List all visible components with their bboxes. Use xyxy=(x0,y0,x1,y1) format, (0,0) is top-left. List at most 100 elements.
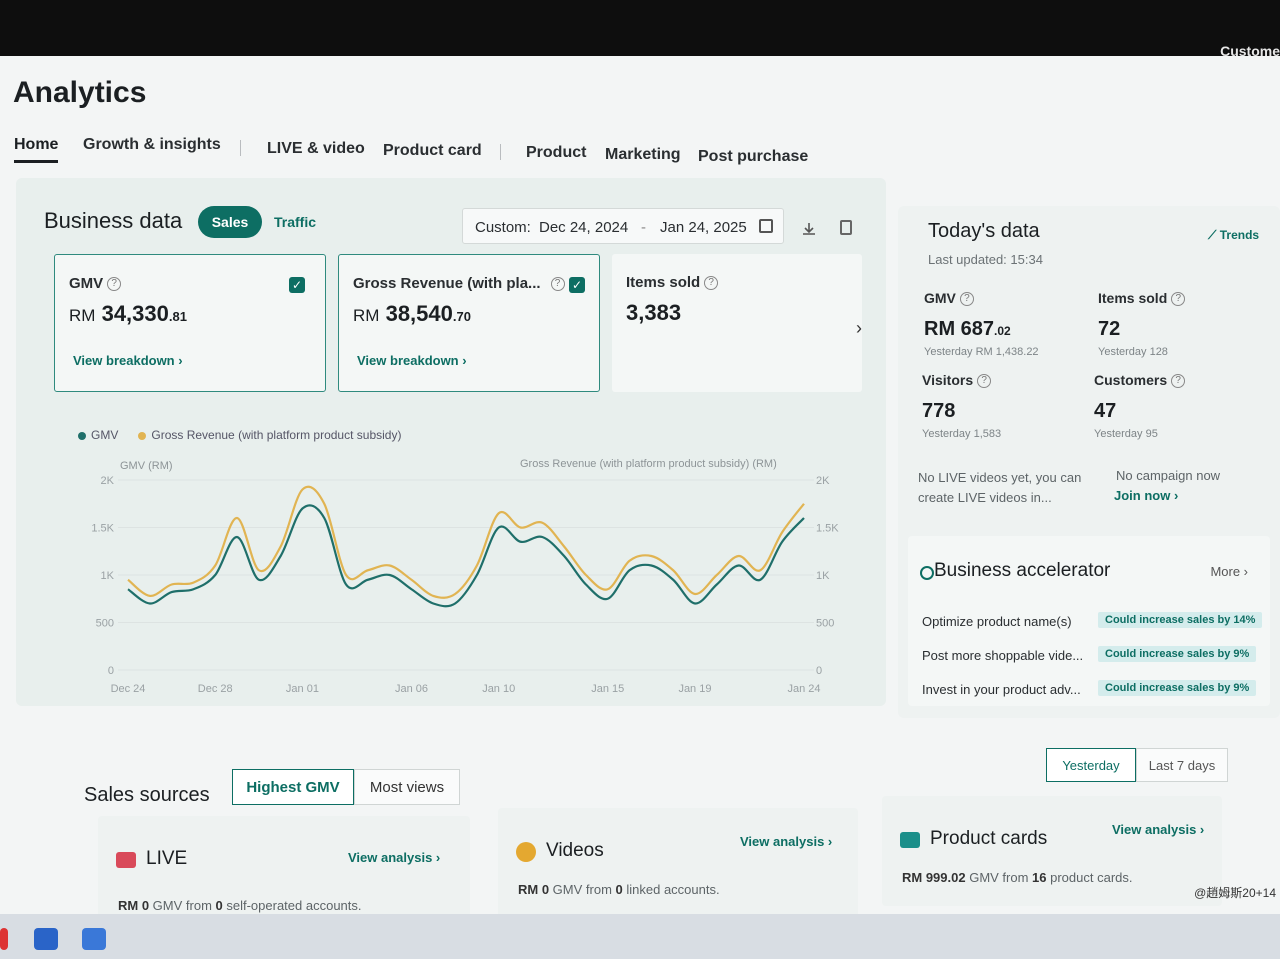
calendar-icon xyxy=(759,219,773,233)
video-play-icon xyxy=(516,842,536,862)
analytics-screen: Analytics Home Growth & insights LIVE & … xyxy=(0,56,1280,926)
accelerator-more-link[interactable]: More › xyxy=(1210,564,1248,579)
view-analysis-link[interactable]: View analysis › xyxy=(740,834,832,849)
date-end: Jan 24, 2025 xyxy=(660,219,747,236)
traffic-toggle[interactable]: Traffic xyxy=(274,214,316,230)
source-title: LIVE xyxy=(146,848,188,869)
today-gmv-label: GMV? xyxy=(924,290,974,307)
help-icon[interactable]: ? xyxy=(1171,374,1186,389)
app-icon[interactable] xyxy=(82,928,106,950)
chart-legend: GMV Gross Revenue (with platform product… xyxy=(78,428,401,442)
x-tick-label: Jan 01 xyxy=(286,683,319,695)
source-description: RM 0 GMV from 0 linked accounts. xyxy=(518,882,720,897)
last-updated: Last updated: 15:34 xyxy=(928,252,1043,267)
source-title: Videos xyxy=(546,840,604,861)
sales-toggle[interactable]: Sales xyxy=(198,206,262,238)
accelerator-title: Business accelerator xyxy=(934,560,1111,581)
gross-revenue-series-line xyxy=(127,485,805,599)
page-title: Analytics xyxy=(13,76,147,109)
checkbox-icon[interactable]: ✓ xyxy=(569,277,585,293)
view-analysis-link[interactable]: View analysis › xyxy=(348,850,440,865)
app-icon[interactable] xyxy=(0,928,8,950)
legend-gross-revenue: Gross Revenue (with platform product sub… xyxy=(151,428,402,442)
help-icon[interactable]: ? xyxy=(107,277,122,292)
tray-text: @趙姆斯20+14 xyxy=(1194,886,1276,900)
help-icon[interactable]: ? xyxy=(550,277,565,292)
y-tick-left: 2K xyxy=(101,475,115,487)
date-prefix: Custom: xyxy=(475,219,531,236)
tab-marketing[interactable]: Marketing xyxy=(605,146,681,164)
today-gmv-yesterday: Yesterday RM 1,438.22 xyxy=(924,346,1039,358)
accelerator-row-label[interactable]: Post more shoppable vide... xyxy=(922,648,1083,663)
kpi-card-items-sold[interactable]: Items sold? 3,383 xyxy=(612,254,862,392)
y-tick-left: 500 xyxy=(96,618,114,630)
date-separator: - xyxy=(641,219,646,236)
today-visitors-label: Visitors? xyxy=(922,372,992,389)
y-axis-right-title: Gross Revenue (with platform product sub… xyxy=(520,458,777,470)
accelerator-badge: Could increase sales by 9% xyxy=(1098,680,1257,696)
live-videos-note: No LIVE videos yet, you can create LIVE … xyxy=(918,470,1082,505)
tab-growth-insights[interactable]: Growth & insights xyxy=(83,136,221,154)
nav-divider xyxy=(240,140,241,156)
help-icon[interactable]: ? xyxy=(959,292,974,307)
accelerator-row-label[interactable]: Invest in your product adv... xyxy=(922,682,1081,697)
view-analysis-link[interactable]: View analysis › xyxy=(1112,822,1204,837)
date-range-picker[interactable]: Custom: Dec 24, 2024 - Jan 24, 2025 xyxy=(462,208,784,244)
sales-sources-title: Sales sources xyxy=(84,784,210,806)
gmv-line-chart: GMV (RM) Gross Revenue (with platform pr… xyxy=(16,448,886,698)
tab-product[interactable]: Product xyxy=(526,144,586,162)
tab-post-purchase[interactable]: Post purchase xyxy=(698,148,808,166)
tab-product-card[interactable]: Product card xyxy=(383,142,482,160)
today-customers-yesterday: Yesterday 95 xyxy=(1094,428,1158,440)
app-icon[interactable] xyxy=(34,928,58,950)
legend-gmv: GMV xyxy=(91,428,119,442)
y-tick-left: 1K xyxy=(101,570,115,582)
y-tick-right: 500 xyxy=(816,618,834,630)
checkbox-icon[interactable]: ✓ xyxy=(289,277,305,293)
taskbar: @趙姆斯20+14 xyxy=(0,886,1280,959)
join-now-link[interactable]: Join now › xyxy=(1114,488,1178,503)
yesterday-button[interactable]: Yesterday xyxy=(1046,748,1136,782)
report-icon[interactable] xyxy=(840,220,852,235)
today-items-sold-value: 72 xyxy=(1098,318,1121,340)
business-data-title: Business data xyxy=(44,208,183,233)
highest-gmv-tab[interactable]: Highest GMV xyxy=(232,769,354,805)
accelerator-row-label[interactable]: Optimize product name(s) xyxy=(922,614,1072,629)
campaign-note: No campaign now xyxy=(1116,468,1221,483)
y-tick-left: 0 xyxy=(108,665,114,677)
accelerator-badge: Could increase sales by 9% xyxy=(1098,646,1257,662)
source-description: RM 0 GMV from 0 self-operated accounts. xyxy=(118,898,362,913)
gmv-legend-dot xyxy=(78,431,86,440)
kpi-label: Gross Revenue (with pla...? xyxy=(353,275,565,292)
todays-data-title: Today's data xyxy=(928,220,1040,242)
kpi-card-gmv[interactable]: GMV? ✓ RM 34,330.81 View breakdown › xyxy=(54,254,326,392)
kpi-label: Items sold? xyxy=(626,274,719,291)
today-customers-value: 47 xyxy=(1094,400,1117,422)
x-tick-label: Jan 10 xyxy=(482,683,515,695)
today-gmv-value: RM 687.02 xyxy=(924,318,1011,340)
y-tick-right: 2K xyxy=(816,475,830,487)
todays-data-panel: Today's data Last updated: 15:34 ⟋ Trend… xyxy=(898,206,1280,718)
tab-home[interactable]: Home xyxy=(14,136,59,163)
business-accelerator-card: Business accelerator More › Optimize pro… xyxy=(908,536,1270,706)
trends-link[interactable]: ⟋ Trends xyxy=(1208,228,1259,243)
kpi-value: 3,383 xyxy=(626,300,682,325)
tab-live-video[interactable]: LIVE & video xyxy=(267,140,365,158)
x-tick-label: Jan 06 xyxy=(395,683,428,695)
help-icon[interactable]: ? xyxy=(977,374,992,389)
last-7-days-button[interactable]: Last 7 days xyxy=(1136,748,1228,782)
kpi-card-gross-revenue[interactable]: Gross Revenue (with pla...? ✓ RM 38,540.… xyxy=(338,254,600,392)
help-icon[interactable]: ? xyxy=(1171,292,1186,307)
x-tick-label: Dec 28 xyxy=(198,683,233,695)
accelerator-icon xyxy=(920,566,934,580)
chevron-right-icon[interactable]: › xyxy=(856,318,862,339)
today-visitors-value: 778 xyxy=(922,400,956,422)
view-breakdown-link[interactable]: View breakdown › xyxy=(357,353,467,368)
view-breakdown-link[interactable]: View breakdown › xyxy=(73,353,183,368)
download-icon[interactable] xyxy=(802,222,816,236)
help-icon[interactable]: ? xyxy=(704,276,719,291)
most-views-tab[interactable]: Most views xyxy=(354,769,460,805)
y-tick-right: 1.5K xyxy=(816,523,839,535)
source-description: RM 999.02 GMV from 16 product cards. xyxy=(902,870,1133,885)
x-tick-label: Dec 24 xyxy=(111,683,146,695)
